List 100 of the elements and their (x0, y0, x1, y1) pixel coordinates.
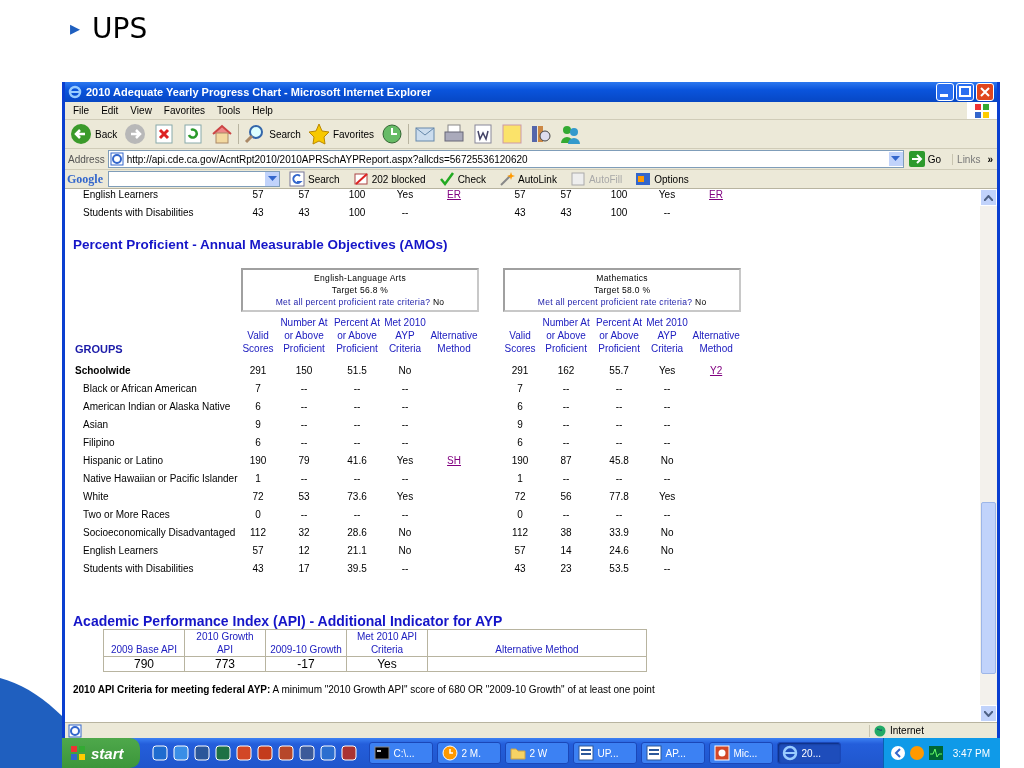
blocker-button[interactable]: 202 blocked (348, 170, 430, 188)
app-icon (319, 745, 336, 761)
search-field[interactable] (108, 171, 280, 187)
back-button[interactable]: Back (68, 122, 120, 146)
address-field[interactable]: http://api.cde.ca.gov/AcntRpt2010/2010APRSchAYPReport.aspx?allcds=56725536120620 (107, 150, 904, 168)
wand-icon (499, 171, 515, 187)
scrollbar[interactable] (980, 189, 997, 722)
table-cell: Yes (396, 189, 414, 200)
search-button[interactable]: Search (242, 122, 303, 146)
menu-item[interactable]: Tools (211, 105, 247, 116)
table-cell: -- (562, 472, 570, 484)
column-header: Percent At or Above Proficient (596, 317, 643, 354)
menu-item[interactable]: Help (246, 105, 279, 116)
minimize-icon (940, 94, 948, 97)
autolink-button[interactable]: AutoLink (495, 170, 561, 188)
group-name: Native Hawaiian or Pacific Islander (82, 472, 238, 484)
page-icon (68, 723, 82, 738)
home-icon (211, 123, 234, 145)
table-cell: 56 (560, 490, 572, 502)
column-header: Number At or Above Proficient (542, 317, 590, 354)
link[interactable]: ER (709, 189, 723, 200)
browser-icon (68, 85, 82, 99)
table-cell: -- (353, 436, 361, 448)
table-cell: 100 (610, 206, 628, 218)
close-button[interactable] (976, 83, 994, 101)
menu-item[interactable]: Edit (95, 105, 125, 116)
taskbar-button[interactable]: C:\... (368, 742, 433, 764)
table-cell: -- (663, 472, 671, 484)
app-icon (235, 745, 252, 761)
options-button[interactable]: Options (631, 170, 693, 188)
spellcheck-icon (438, 171, 455, 187)
table-cell: 7 (517, 382, 523, 394)
table-cell: No (660, 454, 674, 466)
taskbar-button[interactable]: Mic... (708, 742, 773, 764)
scroll-thumb[interactable] (981, 502, 996, 674)
table-cell: 43 (514, 206, 526, 218)
scroll-down-button[interactable] (980, 705, 997, 722)
section-heading: Academic Performance Index (API) - Additional Indicator for AYP (73, 613, 504, 629)
table-cell: -- (663, 206, 671, 218)
table-cell: -- (615, 436, 623, 448)
google-logo[interactable]: Google (67, 171, 103, 187)
taskbar-button[interactable]: 2 M. (436, 742, 501, 764)
table-cell: Yes (658, 189, 676, 200)
caret-icon (891, 156, 901, 162)
group-name: English Learners (82, 189, 159, 200)
group-name: Filipino (82, 436, 115, 448)
slide-title: UPS (92, 11, 148, 45)
menu-item[interactable]: File (67, 105, 96, 116)
chevron-icon (889, 745, 906, 761)
table-cell: -- (353, 400, 361, 412)
link[interactable]: SH (447, 454, 461, 466)
table-cell: 87 (560, 454, 572, 466)
taskbar-button[interactable]: 20... (776, 742, 841, 764)
popup-blocker-icon (352, 171, 369, 187)
group-name: Hispanic or Latino (82, 454, 164, 466)
table-cell: Yes (396, 454, 414, 466)
table-cell: -- (401, 562, 409, 574)
table-cell: -- (615, 400, 623, 412)
column-header: Alternative Method (692, 330, 740, 354)
dropdown-button[interactable] (888, 152, 903, 166)
arrow-circle-icon (124, 123, 147, 145)
table-cell: 23 (560, 562, 572, 574)
app-icon (340, 745, 357, 761)
taskbar-button[interactable]: 2 W (504, 742, 569, 764)
table-cell: 0 (255, 508, 261, 520)
target-label: Target 58.0 % (592, 284, 652, 296)
search-button[interactable]: Search (285, 170, 344, 188)
group-name: Asian (82, 418, 108, 430)
browser-icon (781, 745, 798, 761)
caret-icon (267, 176, 277, 182)
minimize-button[interactable] (936, 83, 954, 101)
table-cell: 6 (517, 400, 523, 412)
table-cell: -- (562, 418, 570, 430)
table-cell: 28.6 (347, 526, 367, 538)
table-cell: 41.6 (347, 454, 367, 466)
favorites-button[interactable]: Favorites (305, 122, 377, 146)
app-icon (172, 745, 189, 761)
dropdown-button[interactable] (265, 172, 279, 186)
column-header: Met 2010 AYP Criteria (384, 317, 426, 354)
link[interactable]: Y2 (709, 364, 723, 376)
links-button[interactable]: Links (952, 153, 985, 165)
folder-icon (509, 745, 526, 761)
link[interactable]: ER (447, 189, 461, 200)
table-cell: -- (663, 418, 671, 430)
app-icon (277, 745, 294, 761)
go-button[interactable]: Go (906, 151, 950, 167)
column-header: Met 2010 API Criteria (356, 631, 417, 655)
menu-item[interactable]: View (124, 105, 158, 116)
menu-item[interactable]: Favorites (157, 105, 211, 116)
scroll-up-button[interactable] (980, 189, 997, 206)
more-button[interactable]: » (987, 153, 997, 165)
check-button[interactable]: Check (434, 170, 490, 188)
table-cell: -- (663, 562, 671, 574)
column-header: GROUPS (75, 343, 123, 355)
taskbar-button[interactable]: UP... (572, 742, 637, 764)
taskbar-button[interactable]: AP... (640, 742, 705, 764)
table-cell: -- (401, 400, 409, 412)
maximize-button[interactable] (956, 83, 974, 101)
table-cell: -- (401, 206, 409, 218)
table-cell: -- (401, 472, 409, 484)
